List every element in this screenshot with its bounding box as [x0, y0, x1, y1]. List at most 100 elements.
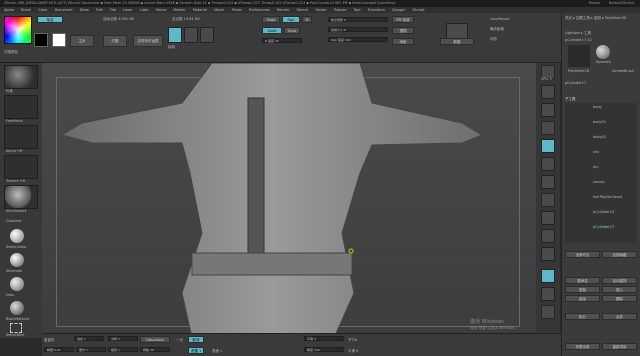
material-sphere-icon[interactable] — [4, 185, 38, 209]
tool-thumb-sphere[interactable] — [596, 45, 610, 59]
menu-tool[interactable]: Tool — [354, 8, 361, 12]
dots-sphere-icon[interactable] — [10, 277, 24, 291]
sculpt-model[interactable] — [42, 63, 536, 338]
duplicate-button[interactable]: 复制 — [565, 286, 600, 293]
subtool-item[interactable]: pin — [593, 165, 598, 169]
move-mode-icon[interactable] — [184, 27, 198, 43]
local-icon[interactable] — [541, 175, 555, 189]
menu-texture[interactable]: Texture — [334, 8, 347, 12]
brush-standard-icon[interactable] — [4, 65, 38, 89]
select-rect-icon[interactable] — [10, 323, 22, 333]
rgb-intensity-slider[interactable]: 焦点调整 0 — [328, 17, 388, 22]
list-all-button[interactable]: 列表全部 — [565, 343, 600, 350]
smooth-label[interactable]: 平滑 4 — [348, 349, 358, 354]
mrgb-button[interactable]: Mrgb — [262, 16, 280, 23]
bottom-label-4[interactable]: 一点 — [176, 338, 183, 343]
split-button[interactable]: 拆分 — [565, 313, 600, 320]
document-canvas[interactable] — [42, 63, 536, 338]
dynamic-button[interactable]: PM 系统 — [392, 16, 414, 23]
lsym-icon[interactable] — [541, 193, 555, 207]
merge-button[interactable]: 合并 — [602, 313, 637, 320]
z-intensity-slider[interactable]: Z 强度 25 — [262, 38, 302, 43]
obsurface-button[interactable]: Obsurface — [140, 336, 170, 343]
alternate-sphere-icon[interactable] — [10, 253, 24, 267]
subtool-item-selected[interactable]: pCylinder17 — [593, 225, 615, 229]
menu-stroke[interactable]: Stroke — [315, 8, 326, 12]
menu-movie[interactable]: Movie — [214, 8, 224, 12]
delete-button[interactable]: 删除 — [602, 295, 637, 302]
gradient-label[interactable]: Gradient — [6, 219, 21, 223]
default-zscript[interactable]: DefaultZScript — [609, 0, 634, 7]
menu-brush[interactable]: Brush — [21, 8, 31, 12]
menu-zscript[interactable]: Zscript — [412, 8, 424, 12]
append-button[interactable]: 追加 — [565, 295, 600, 302]
tool-header[interactable]: 亮光 ▸ 加载工具 ▸ 复制 ▸ PolyMesh3D — [565, 16, 626, 21]
draw-mode-icon[interactable] — [168, 27, 182, 43]
bottom-label-0[interactable]: 重量布 — [44, 338, 55, 343]
rgb-button[interactable]: Rgb — [282, 16, 300, 23]
menu-picker[interactable]: Picker — [232, 8, 242, 12]
lazymouse-label[interactable]: LazyMouse — [490, 17, 509, 21]
menu-file[interactable]: File — [110, 8, 116, 12]
menu-document[interactable]: Document — [55, 8, 73, 12]
bottom-slider-2[interactable]: 对称 X — [108, 336, 138, 341]
rgb-strength-slider[interactable]: Rgb 强度 100 — [328, 37, 388, 42]
transp-icon[interactable] — [541, 287, 555, 301]
iteration-slider[interactable]: 迭代 1 — [76, 347, 106, 352]
menu-material[interactable]: Material — [193, 8, 207, 12]
scroll-icon[interactable] — [541, 85, 555, 99]
interp-slider[interactable]: 插值 1 — [108, 347, 138, 352]
zadd-button[interactable]: Zadd — [262, 27, 282, 34]
menu-zplugin[interactable]: Zplugin — [392, 8, 405, 12]
solo-icon[interactable] — [541, 305, 555, 319]
subtool-item[interactable]: body — [593, 105, 602, 109]
basic-material-icon[interactable] — [10, 301, 24, 315]
lazy-radius-label[interactable]: 懒步距离 — [490, 27, 504, 32]
menu-render[interactable]: Render — [277, 8, 289, 12]
menu-light[interactable]: Light — [140, 8, 149, 12]
reorder-button[interactable]: 重新排序 — [602, 343, 637, 350]
cancel-button[interactable]: 取消 — [188, 336, 204, 343]
bottom-label-7[interactable]: 子T/d — [348, 338, 357, 343]
surface-label[interactable]: 表面 1 — [212, 349, 222, 354]
secondary-color-swatch[interactable] — [52, 33, 66, 47]
menu-stencil[interactable]: Stencil — [296, 8, 308, 12]
smooth-slider[interactable]: 平滑 4 — [304, 336, 344, 341]
dynamic-label[interactable]: 动态 — [490, 37, 497, 42]
menu-draw[interactable]: Draw — [80, 8, 89, 12]
persp-button[interactable]: 透视 — [392, 27, 414, 34]
switch-color-button[interactable]: SwitchColor — [6, 245, 27, 249]
menu-marker[interactable]: Marker — [174, 8, 186, 12]
precision-slider[interactable]: 精细 0.01 — [44, 347, 74, 352]
menu-preferences[interactable]: Preferences — [249, 8, 270, 12]
alpha-off-icon[interactable] — [4, 125, 38, 149]
home-button[interactable]: 主页 — [70, 35, 94, 47]
subtool-item[interactable]: body02 — [593, 135, 606, 139]
stroke-freehand-icon[interactable] — [4, 95, 38, 119]
floor-button[interactable]: 地板 — [392, 38, 414, 45]
insert-button[interactable]: 插入 — [602, 286, 637, 293]
live-boolean-button[interactable]: 实时布尔运算 — [133, 35, 163, 47]
tool-thumb-current[interactable] — [568, 45, 590, 67]
scale-icon[interactable] — [541, 247, 555, 261]
polyframe-icon[interactable] — [541, 269, 555, 283]
menu-color[interactable]: Color — [38, 8, 47, 12]
subtool-item[interactable]: yaoqiu — [593, 180, 605, 184]
move-icon[interactable] — [541, 229, 555, 243]
menu-edit[interactable]: Edit — [96, 8, 103, 12]
draw-size-slider[interactable]: 绘制大小 6 — [328, 27, 388, 32]
gradient-button[interactable]: 渐变 — [37, 16, 63, 23]
frame-icon[interactable] — [541, 211, 555, 225]
color-picker[interactable] — [4, 16, 32, 44]
texture-off-icon[interactable] — [4, 155, 38, 179]
auto-reorder-button[interactable]: 自动重排 — [602, 277, 637, 284]
subtool-item[interactable]: body01 — [593, 120, 606, 124]
precision-100-slider[interactable]: 精度 100 — [304, 347, 344, 352]
all-visible-button[interactable]: 全部可见 — [565, 251, 600, 258]
floor-icon[interactable] — [541, 157, 555, 171]
bottom-slider-1[interactable]: 动态 1 — [74, 336, 104, 341]
primary-color-swatch[interactable] — [34, 33, 48, 47]
subtool-item[interactable]: yifu — [593, 150, 600, 154]
subtool-section[interactable]: 子工具 — [565, 97, 576, 102]
m-button[interactable]: M — [302, 16, 312, 23]
